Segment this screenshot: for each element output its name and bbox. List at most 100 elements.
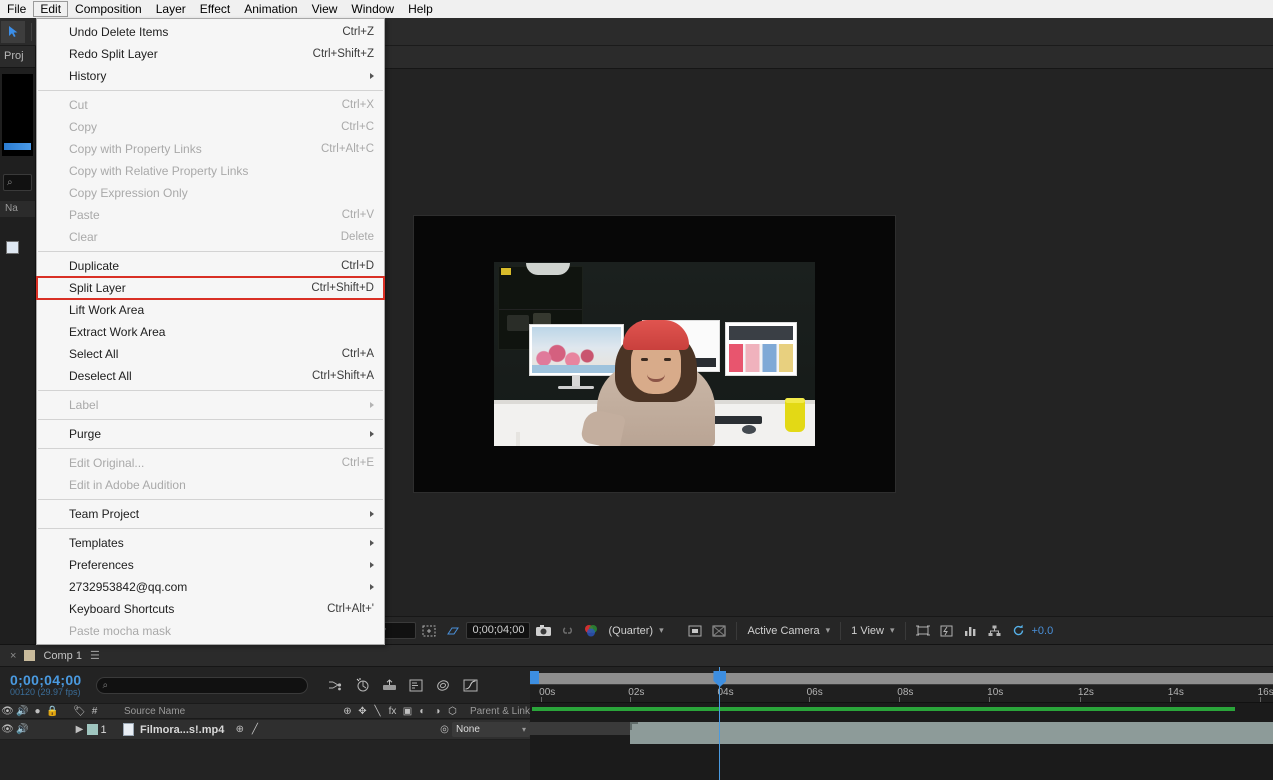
menu-item-shortcut: Ctrl+Alt+C	[321, 143, 374, 155]
menu-item-history[interactable]: History	[37, 65, 384, 87]
current-time-display[interactable]: 0;00;04;00	[466, 622, 530, 639]
transform-icon: ✥	[355, 706, 370, 717]
menu-item-purge[interactable]: Purge	[37, 423, 384, 445]
menu-item-lift-work-area[interactable]: Lift Work Area	[37, 299, 384, 321]
motion-blur-icon[interactable]	[430, 674, 457, 696]
parent-pickwhip-icon[interactable]: ◎	[437, 724, 452, 735]
menu-item-label: Cut	[69, 98, 342, 112]
video-toggle-icon[interactable]: 👁	[0, 706, 15, 717]
work-area-bar[interactable]	[530, 673, 1273, 684]
audio-toggle-icon[interactable]: 🔊	[15, 706, 30, 717]
menu-help[interactable]: Help	[401, 1, 440, 17]
menu-item-label: Purge	[69, 427, 362, 441]
shy-icon: ◐	[415, 706, 430, 717]
index-column-icon[interactable]: #	[87, 706, 102, 717]
reset-exposure-icon[interactable]	[1008, 621, 1030, 641]
menu-item-label: Undo Delete Items	[69, 25, 342, 39]
menu-layer[interactable]: Layer	[149, 1, 193, 17]
timeline-ruler[interactable]: 00s02s04s06s08s10s12s14s16s	[530, 667, 1273, 703]
grid-guides-icon[interactable]	[418, 621, 440, 641]
graph-editor-icon[interactable]	[457, 674, 484, 696]
project-item-comp[interactable]	[0, 237, 35, 257]
menu-effect[interactable]: Effect	[193, 1, 237, 17]
keyframe-assist-icon[interactable]	[349, 674, 376, 696]
row-video-toggle-icon[interactable]: 👁	[0, 724, 15, 735]
timeline-frame-info: 00120 (29.97 fps)	[10, 687, 82, 698]
label-icon[interactable]: 🏷	[72, 706, 87, 717]
timeline-panel-menu-icon[interactable]: ☰	[90, 649, 100, 662]
frame-blend-icon: ◑	[430, 706, 445, 717]
menu-edit[interactable]: Edit	[33, 1, 68, 17]
menu-item-extract-work-area[interactable]: Extract Work Area	[37, 321, 384, 343]
project-panel-tab[interactable]: Proj	[0, 46, 35, 68]
source-file-icon	[123, 723, 134, 736]
menu-item-duplicate[interactable]: DuplicateCtrl+D	[37, 255, 384, 277]
menu-item-deselect-all[interactable]: Deselect AllCtrl+Shift+A	[37, 365, 384, 387]
selection-tool-icon[interactable]	[1, 21, 25, 43]
timeline-search-input[interactable]: ⌕	[96, 677, 308, 694]
project-item-footage[interactable]	[0, 217, 35, 237]
menu-window[interactable]: Window	[344, 1, 401, 17]
lock-icon[interactable]: 🔒	[45, 706, 60, 717]
exposure-value[interactable]: +0.0	[1032, 625, 1054, 637]
source-name-column-label[interactable]: Source Name	[124, 706, 185, 717]
timeline-panel: × Comp 1 ☰ 0;00;04;00 00120 (29.97 fps) …	[0, 644, 1273, 780]
parent-link-column-label[interactable]: Parent & Link	[470, 706, 530, 717]
show-snapshot-icon[interactable]	[556, 621, 578, 641]
channel-select-icon[interactable]	[580, 621, 602, 641]
shelf-yellow-item	[501, 268, 511, 275]
link-icon[interactable]	[322, 674, 349, 696]
edit-dropdown-menu[interactable]: Undo Delete ItemsCtrl+ZRedo Split LayerC…	[36, 18, 385, 645]
row-audio-toggle-icon[interactable]: 🔊	[15, 724, 30, 735]
fast-previews-icon[interactable]	[936, 621, 958, 641]
menu-item-paste: PasteCtrl+V	[37, 204, 384, 226]
table-row[interactable]: 👁 🔊 ▶ 1 Filmora...s!.mp4 ⊕ ╱ ◎ None ▾	[0, 720, 530, 740]
layer-bar-handle[interactable]	[630, 722, 638, 730]
solo-icon[interactable]: ●	[30, 706, 45, 717]
views-value: 1 View	[851, 625, 884, 637]
row-anchor-icon[interactable]: ⊕	[232, 724, 247, 735]
menu-item-2732953842-qq-com[interactable]: 2732953842@qq.com	[37, 576, 384, 598]
ruler-tick-mark	[541, 697, 542, 702]
row-label-color-chip[interactable]	[87, 724, 98, 735]
playhead[interactable]	[719, 667, 720, 780]
row-mask-icon[interactable]: ╱	[247, 724, 262, 735]
menu-item-team-project[interactable]: Team Project	[37, 503, 384, 525]
timeline-time-group: 0;00;04;00 00120 (29.97 fps)	[10, 673, 82, 698]
view-layout-select[interactable]: 1 View ▾	[847, 622, 898, 639]
menu-item-copy-expression-only: Copy Expression Only	[37, 182, 384, 204]
camera-view-select[interactable]: Active Camera ▾	[743, 622, 834, 639]
parent-link-select[interactable]: None ▾	[452, 722, 530, 737]
menu-file[interactable]: File	[0, 1, 33, 17]
project-search-input[interactable]: ⌕	[3, 174, 32, 191]
pixel-aspect-correction-icon[interactable]	[912, 621, 934, 641]
timeline-track-area[interactable]	[530, 703, 1273, 780]
layer-chart-icon[interactable]	[403, 674, 430, 696]
menu-composition[interactable]: Composition	[68, 1, 149, 17]
3d-reference-axes-icon[interactable]	[442, 621, 464, 641]
menu-item-keyboard-shortcuts[interactable]: Keyboard ShortcutsCtrl+Alt+'	[37, 598, 384, 620]
comp-flowchart-icon[interactable]	[984, 621, 1006, 641]
menu-view[interactable]: View	[305, 1, 345, 17]
region-of-interest-toggle-icon[interactable]	[684, 621, 706, 641]
person	[597, 328, 715, 446]
menu-item-label: Lift Work Area	[69, 303, 374, 317]
menu-item-split-layer[interactable]: Split LayerCtrl+Shift+D	[37, 277, 384, 299]
timeline-current-time[interactable]: 0;00;04;00	[10, 673, 82, 687]
menu-item-preferences[interactable]: Preferences	[37, 554, 384, 576]
row-source-name[interactable]: Filmora...s!.mp4	[140, 724, 224, 736]
menu-animation[interactable]: Animation	[237, 1, 304, 17]
comp-renderer-icon[interactable]	[376, 674, 403, 696]
timeline-tab-label[interactable]: Comp 1	[43, 650, 82, 662]
take-snapshot-icon[interactable]	[532, 621, 554, 641]
expand-triangle-icon[interactable]: ▶	[72, 724, 87, 735]
layer-duration-bar[interactable]	[630, 722, 1273, 744]
timeline-close-icon[interactable]: ×	[10, 650, 16, 662]
menu-item-undo-delete-items[interactable]: Undo Delete ItemsCtrl+Z	[37, 21, 384, 43]
menu-item-templates[interactable]: Templates	[37, 532, 384, 554]
transparency-grid-toggle-icon[interactable]	[708, 621, 730, 641]
timeline-jump-icon[interactable]	[960, 621, 982, 641]
resolution-select[interactable]: (Quarter) ▾	[604, 622, 682, 639]
menu-item-redo-split-layer[interactable]: Redo Split LayerCtrl+Shift+Z	[37, 43, 384, 65]
menu-item-select-all[interactable]: Select AllCtrl+A	[37, 343, 384, 365]
